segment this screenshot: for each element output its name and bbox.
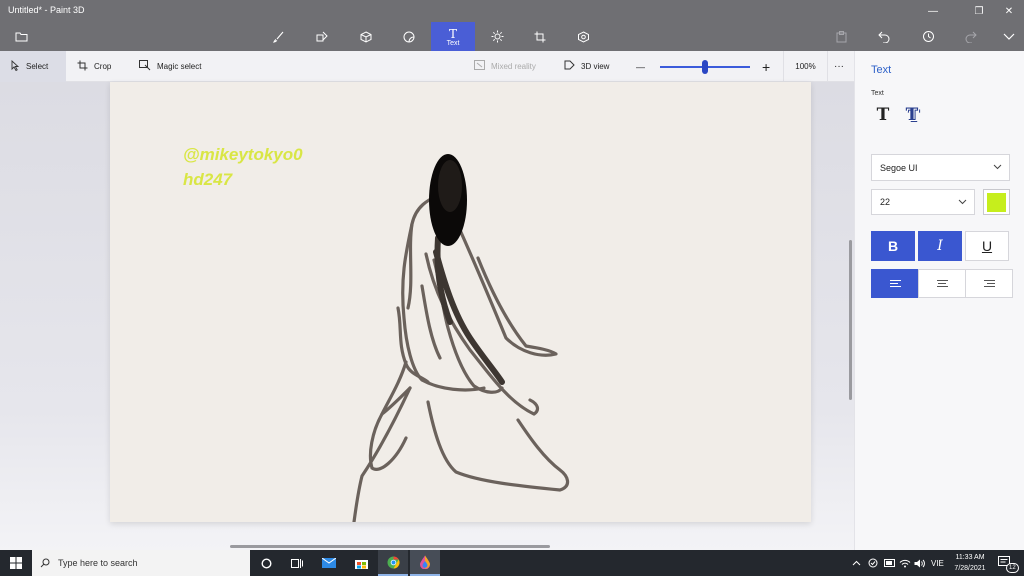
- paint-3d-taskbar-icon[interactable]: [410, 550, 440, 576]
- input-language[interactable]: VIE: [931, 550, 944, 576]
- zoom-in-button[interactable]: +: [762, 51, 770, 82]
- text-color-picker[interactable]: [983, 189, 1010, 215]
- volume-icon[interactable]: [914, 550, 925, 576]
- crop-label: Crop: [94, 62, 112, 71]
- vertical-scrollbar[interactable]: [849, 240, 852, 400]
- panel-section-label: Text: [871, 90, 884, 97]
- brushes-icon[interactable]: [264, 22, 294, 51]
- undo-icon[interactable]: [869, 22, 899, 51]
- chevron-down-icon[interactable]: [994, 22, 1024, 51]
- magic-select-label: Magic select: [157, 62, 202, 71]
- 3d-library-icon[interactable]: [568, 22, 598, 51]
- 3d-view-button[interactable]: 3D view: [564, 51, 609, 82]
- wifi-icon[interactable]: [899, 550, 911, 576]
- cursor-icon: [11, 59, 20, 74]
- zoom-out-button[interactable]: —: [636, 51, 645, 82]
- canvas-icon[interactable]: [525, 22, 555, 51]
- cortana-icon[interactable]: [251, 550, 281, 576]
- select-button[interactable]: Select: [0, 51, 66, 82]
- zoom-slider-thumb[interactable]: [702, 60, 708, 74]
- search-icon: [40, 558, 50, 568]
- start-button[interactable]: [0, 550, 32, 576]
- effects-icon[interactable]: [482, 22, 512, 51]
- text-color-swatch: [987, 192, 1006, 212]
- maximize-button[interactable]: ❐: [962, 0, 996, 22]
- 3d-text-icon: T: [905, 105, 919, 125]
- taskbar-clock[interactable]: 11:33 AM 7/28/2021: [950, 552, 990, 574]
- store-icon[interactable]: [346, 550, 376, 576]
- 2d-text-icon: T: [876, 105, 890, 125]
- font-family-dropdown[interactable]: Segoe UI: [871, 154, 1010, 181]
- history-icon[interactable]: [913, 22, 943, 51]
- 2d-shapes-icon[interactable]: [307, 22, 337, 51]
- clock-time: 11:33 AM: [955, 554, 985, 561]
- more-options-button[interactable]: ···: [834, 51, 844, 82]
- zoom-level[interactable]: 100%: [783, 51, 828, 82]
- mail-icon[interactable]: [314, 550, 344, 576]
- align-left-icon: [889, 280, 901, 287]
- align-right-button[interactable]: [965, 269, 1013, 298]
- bold-button[interactable]: B: [871, 231, 915, 261]
- mixed-reality-icon: [474, 60, 485, 73]
- menu-folder-icon[interactable]: [6, 22, 36, 51]
- align-left-button[interactable]: [871, 269, 919, 298]
- align-center-button[interactable]: [918, 269, 966, 298]
- task-view-icon[interactable]: [282, 550, 312, 576]
- panel-title: Text: [871, 64, 892, 76]
- chrome-icon[interactable]: [378, 550, 408, 576]
- mixed-reality-label: Mixed reality: [491, 62, 536, 71]
- title-bar: Untitled* - Paint 3D — ❐ ✕: [0, 0, 1024, 22]
- main-toolbar: T Text: [0, 22, 1024, 51]
- window-title: Untitled* - Paint 3D: [8, 5, 85, 15]
- close-button[interactable]: ✕: [992, 0, 1024, 22]
- drawing-canvas[interactable]: @mikeytokyo0 hd247: [110, 82, 811, 522]
- windows-logo-icon: [10, 557, 22, 569]
- 3d-text-button[interactable]: T: [899, 103, 925, 127]
- redo-icon[interactable]: [956, 22, 986, 51]
- text-panel: Text Text T T Segoe UI 22 B I U: [854, 51, 1024, 550]
- crop-button[interactable]: Crop: [77, 51, 111, 82]
- show-hidden-icons[interactable]: [852, 550, 861, 576]
- paste-icon[interactable]: [826, 22, 856, 51]
- network-shield-icon[interactable]: [868, 550, 878, 576]
- text-tool-button[interactable]: T Text: [431, 22, 475, 51]
- workspace: @mikeytokyo0 hd247: [0, 82, 854, 550]
- chevron-down-icon: [993, 162, 1002, 172]
- search-placeholder: Type here to search: [58, 558, 138, 568]
- notification-count: 12: [1006, 563, 1019, 573]
- notification-center-icon[interactable]: 12: [998, 550, 1019, 576]
- taskbar-search-box[interactable]: Type here to search: [32, 550, 250, 576]
- align-center-icon: [936, 280, 948, 287]
- align-right-icon: [983, 280, 995, 287]
- text-tool-label: Text: [446, 39, 460, 47]
- battery-icon[interactable]: [884, 550, 896, 576]
- sub-toolbar: Select Crop Magic select Mixed reality 3…: [0, 51, 854, 82]
- taskbar: Type here to search VIE 11:33 AM 7/28/20…: [0, 550, 1024, 576]
- underline-button[interactable]: U: [965, 231, 1009, 261]
- figure-drawing: [352, 154, 570, 522]
- crop-icon: [77, 60, 88, 74]
- magic-select-button[interactable]: Magic select: [139, 51, 201, 82]
- text-tool-icon: T: [448, 26, 457, 41]
- 3d-shapes-icon[interactable]: [351, 22, 381, 51]
- 3d-view-label: 3D view: [581, 62, 610, 71]
- mixed-reality-button[interactable]: Mixed reality: [474, 51, 536, 82]
- font-size-dropdown[interactable]: 22: [871, 189, 975, 215]
- minimize-button[interactable]: —: [916, 0, 950, 22]
- magic-select-icon: [139, 59, 151, 74]
- italic-button[interactable]: I: [918, 231, 962, 261]
- chevron-down-icon: [958, 197, 967, 207]
- font-size-value: 22: [880, 197, 891, 207]
- select-label: Select: [26, 62, 49, 71]
- font-family-value: Segoe UI: [880, 162, 918, 173]
- horizontal-scrollbar[interactable]: [230, 545, 550, 548]
- 2d-text-button[interactable]: T: [870, 103, 896, 127]
- clock-date: 7/28/2021: [954, 565, 986, 572]
- 3d-view-icon: [564, 60, 575, 73]
- stickers-icon[interactable]: [394, 22, 424, 51]
